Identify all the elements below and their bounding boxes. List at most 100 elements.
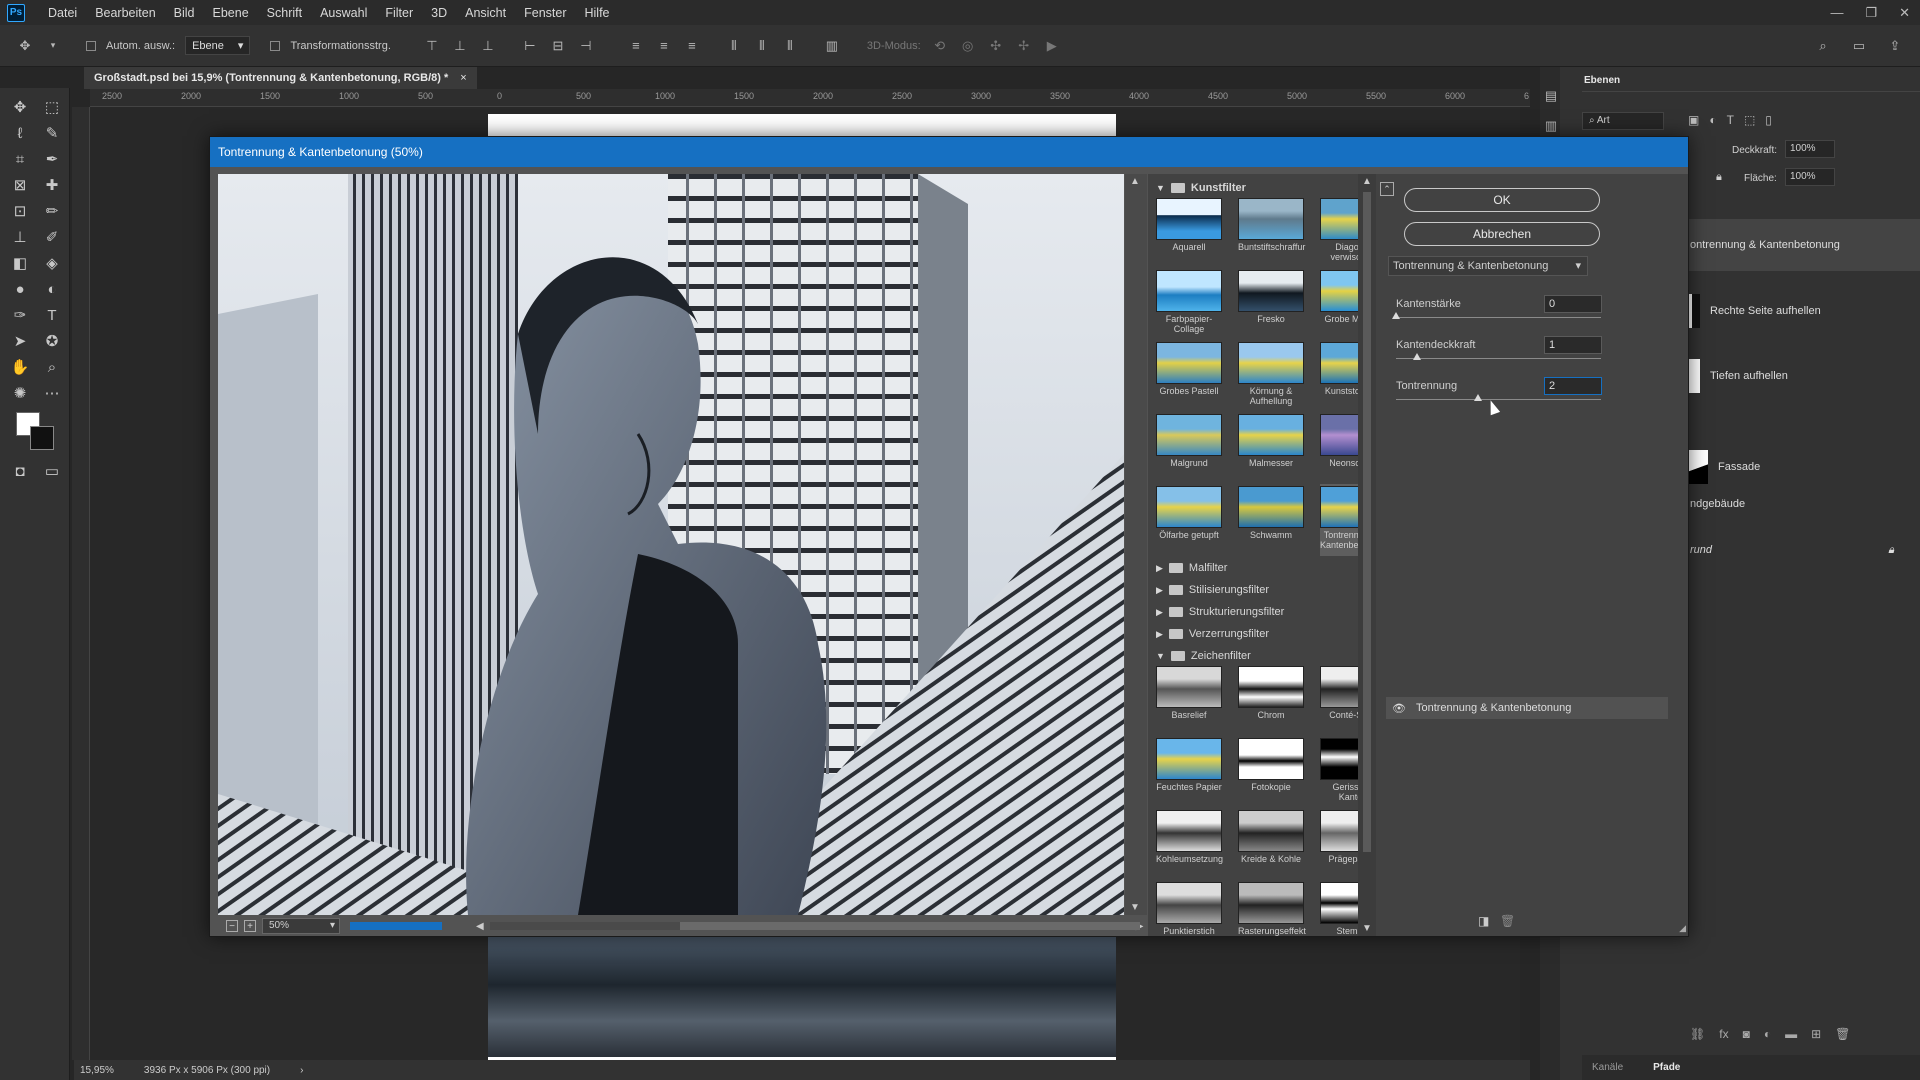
- filter-thumb-malmesser[interactable]: Malmesser: [1238, 414, 1304, 468]
- add-mask-icon[interactable]: ◙: [1743, 1027, 1750, 1041]
- filter-thumb-koernung[interactable]: Körnung & Aufhellung: [1238, 342, 1304, 406]
- adjustment-layer-icon[interactable]: ◐: [1764, 1027, 1771, 1041]
- minimize-icon[interactable]: —: [1830, 5, 1843, 20]
- crop-tool-icon[interactable]: ⌗: [8, 148, 32, 170]
- kantenstaerke-slider-handle[interactable]: [1392, 312, 1400, 319]
- zoom-level[interactable]: 15,95%: [80, 1065, 114, 1076]
- smart-filter-icon[interactable]: ▯: [1765, 113, 1772, 127]
- roll-3d-icon[interactable]: ◎: [959, 37, 977, 55]
- tontrennung-slider[interactable]: [1396, 399, 1601, 400]
- filter-thumb-conte[interactable]: Conté-Stifte: [1320, 666, 1358, 720]
- tab-kanaele[interactable]: Kanäle: [1592, 1062, 1623, 1073]
- filter-thumb-schwamm[interactable]: Schwamm: [1238, 486, 1304, 540]
- align-right-icon[interactable]: ⊣: [577, 37, 595, 55]
- ok-button[interactable]: OK: [1404, 188, 1600, 212]
- document-tab[interactable]: Großstadt.psd bei 15,9% (Tontrennung & K…: [84, 67, 477, 89]
- lasso-tool-icon[interactable]: ℓ: [8, 122, 32, 144]
- filter-thumb-oelfarbe[interactable]: Ölfarbe getupft: [1156, 486, 1222, 540]
- link-layers-icon[interactable]: ⛓: [1690, 1027, 1705, 1041]
- auto-select-dropdown[interactable]: Ebene ▾: [185, 36, 251, 55]
- menu-ebene[interactable]: Ebene: [204, 6, 258, 20]
- menu-auswahl[interactable]: Auswahl: [311, 6, 376, 20]
- orbit-3d-icon[interactable]: ⟲: [931, 37, 949, 55]
- eraser-tool-icon[interactable]: ◧: [8, 252, 32, 274]
- image-filter-icon[interactable]: ▣: [1688, 113, 1699, 127]
- scroll-up-icon[interactable]: ▲: [1130, 176, 1140, 187]
- collapse-gallery-icon[interactable]: ⌃: [1380, 182, 1394, 196]
- effect-layer-row[interactable]: 👁︎ Tontrennung & Kantenbetonung: [1386, 697, 1668, 719]
- filter-thumb-grobe-malerei[interactable]: Grobe Malerei: [1320, 270, 1358, 324]
- filter-thumb-feuchtes-papier[interactable]: Feuchtes Papier: [1156, 738, 1222, 792]
- category-stilisierungsfilter[interactable]: ▶ Stilisierungsfilter: [1156, 584, 1269, 596]
- restore-icon[interactable]: ❐: [1865, 5, 1877, 21]
- kantendeckkraft-slider[interactable]: [1396, 358, 1601, 359]
- close-icon[interactable]: ✕: [1899, 5, 1910, 21]
- menu-datei[interactable]: Datei: [39, 6, 86, 20]
- chevron-down-icon[interactable]: ▾: [44, 37, 62, 55]
- eyedropper-tool-icon[interactable]: ✒: [40, 148, 64, 170]
- tontrennung-slider-handle[interactable]: [1474, 394, 1482, 401]
- distribute-center-icon[interactable]: ⫴: [753, 37, 771, 55]
- new-layer-icon[interactable]: ⊞: [1811, 1027, 1821, 1041]
- tab-pfade[interactable]: Pfade: [1653, 1062, 1680, 1073]
- type-filter-icon[interactable]: T: [1727, 113, 1734, 127]
- filter-thumb-diagonal[interactable]: Diagonal verwischen: [1320, 198, 1358, 262]
- filter-thumb-chrom[interactable]: Chrom: [1238, 666, 1304, 720]
- kantenstaerke-input[interactable]: 0: [1544, 295, 1602, 313]
- filter-thumb-kreide-kohle[interactable]: Kreide & Kohle: [1238, 810, 1304, 864]
- background-color[interactable]: [30, 426, 54, 450]
- quick-mask-icon[interactable]: ◘: [8, 460, 32, 482]
- auto-select-checkbox[interactable]: [86, 40, 96, 51]
- category-kunstfilter[interactable]: ▼ Kunstfilter: [1156, 182, 1246, 194]
- layers-tab[interactable]: Ebenen: [1584, 75, 1620, 86]
- zoom-in-icon[interactable]: +: [244, 920, 256, 932]
- filter-thumb-rasterungseffekt[interactable]: Rasterungseffekt: [1238, 882, 1306, 936]
- align-center-icon[interactable]: ⊟: [549, 37, 567, 55]
- scroll-down-icon[interactable]: ▼: [1130, 902, 1140, 913]
- group-icon[interactable]: ▬: [1785, 1027, 1797, 1041]
- puppet-warp-icon[interactable]: ✺: [8, 382, 32, 404]
- shape-filter-icon[interactable]: ⬚: [1744, 113, 1755, 127]
- brush-tool-icon[interactable]: ✏: [40, 200, 64, 222]
- histogram-panel-icon[interactable]: ▥: [1542, 117, 1560, 135]
- filter-thumb-grobes-pastell[interactable]: Grobes Pastell: [1156, 342, 1222, 396]
- fill-field[interactable]: 100%: [1785, 168, 1835, 186]
- cancel-button[interactable]: Abbrechen: [1404, 222, 1600, 246]
- scrollbar-thumb[interactable]: [1363, 192, 1371, 852]
- filter-thumb-farbpapier[interactable]: Farbpapier-Collage: [1156, 270, 1222, 334]
- gallery-scrollbar[interactable]: ▲ ▼: [1358, 174, 1376, 936]
- kantendeckkraft-slider-handle[interactable]: [1412, 353, 1421, 360]
- filter-thumb-punktierstich[interactable]: Punktierstich: [1156, 882, 1222, 936]
- distribute-top-icon[interactable]: ≡: [627, 37, 645, 55]
- workspace-icon[interactable]: ▭: [1850, 37, 1868, 55]
- filter-thumb-gerissene-kanten[interactable]: Gerissene Kanten: [1320, 738, 1358, 802]
- opacity-field[interactable]: 100%: [1785, 140, 1835, 158]
- filter-thumb-basrelief[interactable]: Basrelief: [1156, 666, 1222, 720]
- search-icon[interactable]: ⌕: [1814, 37, 1832, 55]
- scrollbar-thumb[interactable]: [679, 922, 1140, 930]
- menu-ansicht[interactable]: Ansicht: [456, 6, 515, 20]
- filter-thumb-fotokopie[interactable]: Fotokopie: [1238, 738, 1304, 792]
- resize-grip-icon[interactable]: ◢: [1679, 923, 1686, 934]
- menu-fenster[interactable]: Fenster: [515, 6, 575, 20]
- move-tool-icon[interactable]: ✥: [16, 37, 34, 55]
- filter-thumb-malgrund[interactable]: Malgrund: [1156, 414, 1222, 468]
- kantenstaerke-slider[interactable]: [1396, 317, 1601, 318]
- menu-bild[interactable]: Bild: [165, 6, 204, 20]
- lock-icon[interactable]: 🔒︎: [1716, 171, 1722, 184]
- filter-preview[interactable]: [218, 174, 1124, 915]
- adjustment-filter-icon[interactable]: ◐: [1709, 113, 1716, 127]
- eye-icon[interactable]: 👁︎: [1392, 702, 1406, 715]
- layer-filter-input[interactable]: ⌕ Art: [1582, 112, 1664, 130]
- trash-icon[interactable]: 🗑︎: [1835, 1027, 1850, 1041]
- frame-tool-icon[interactable]: ⊠: [8, 174, 32, 196]
- filter-thumb-stempel[interactable]: Stempel: [1320, 882, 1358, 936]
- filter-thumb-praegepapier[interactable]: Prägepapier: [1320, 810, 1358, 864]
- type-tool-icon[interactable]: T: [40, 304, 64, 326]
- dialog-title-bar[interactable]: Tontrennung & Kantenbetonung (50%): [210, 137, 1688, 167]
- filter-thumb-kohleumsetzung[interactable]: Kohleumsetzung: [1156, 810, 1223, 864]
- hand-tool-icon[interactable]: ✋: [8, 356, 32, 378]
- stamp-tool-icon[interactable]: ⊥: [8, 226, 32, 248]
- menu-bearbeiten[interactable]: Bearbeiten: [86, 6, 164, 20]
- filter-thumb-fresko[interactable]: Fresko: [1238, 270, 1304, 324]
